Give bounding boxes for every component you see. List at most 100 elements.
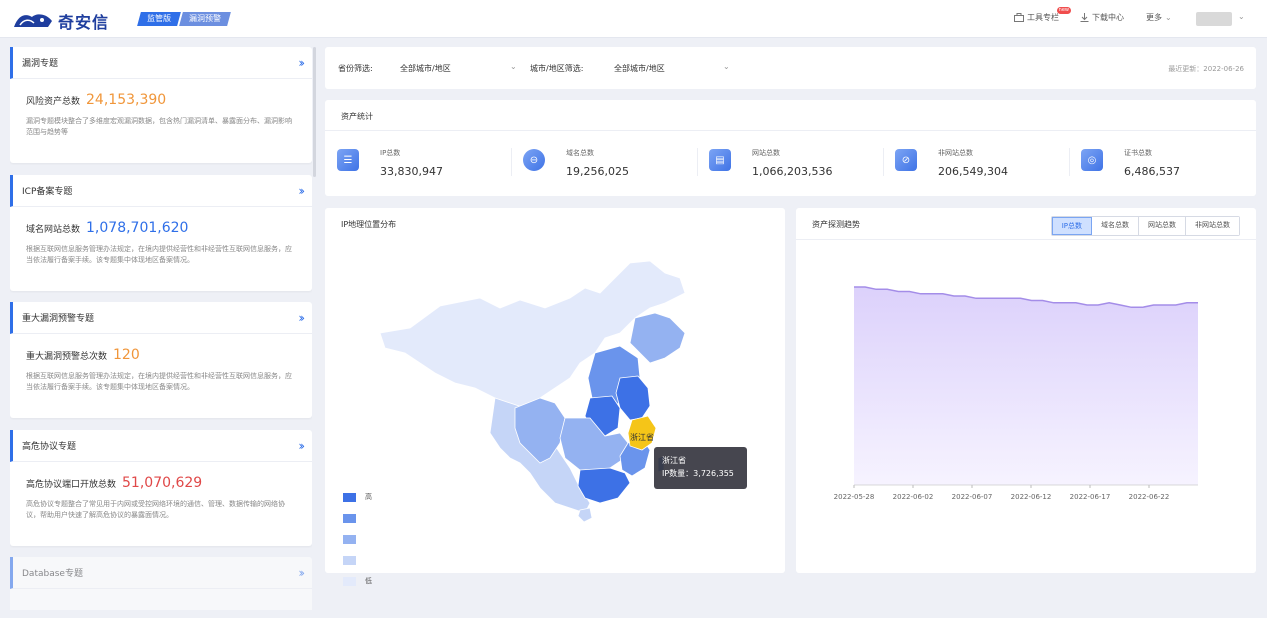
china-map[interactable]: 浙江省 (380, 258, 730, 533)
map-region-hainan[interactable] (577, 507, 593, 523)
map-tooltip: 浙江省 IP数量：3,726,355 (654, 447, 747, 489)
topic-card-vulnerability[interactable]: 漏洞专题 ›› 风险资产总数 24,153,390 漏洞专题模块整合了多维度宏观… (10, 47, 312, 163)
card-description: 高危协议专题整合了常见用于内网或受控网络环境的通信、管理、数据传输的网络协议，帮… (26, 500, 285, 519)
card-header: 重大漏洞预警专题 ›› (10, 302, 312, 334)
tab-non-website-total[interactable]: 非网站总数 (1186, 217, 1239, 235)
globe-icon: ⊖ (523, 149, 545, 171)
chevron-down-icon[interactable]: ⌄ (1238, 12, 1245, 21)
stat-label: 域名总数 (566, 149, 594, 157)
stat-label: 网站总数 (752, 149, 780, 157)
topic-card-high-risk-protocol[interactable]: 高危协议专题 ›› 高危协议端口开放总数 51,070,629 高危协议专题整合… (10, 430, 312, 546)
map-highlight-label: 浙江省 (630, 432, 654, 442)
x-axis-tick-label: 2022-06-22 (1129, 493, 1170, 501)
edition-tab-vuln-warning[interactable]: 漏洞预警 (179, 12, 231, 26)
topic-card-database[interactable]: Database专题 ›› (10, 557, 312, 610)
metric-label: 域名网站总数 (26, 225, 81, 235)
card-title: 重大漏洞预警专题 (22, 314, 95, 324)
divider (325, 130, 1256, 131)
double-chevron-right-icon[interactable]: ›› (298, 184, 304, 198)
filter-bar: 省份筛选: 全部城市/地区 ⌄ 城市/地区筛选: 全部城市/地区 ⌄ 最近更新：… (325, 47, 1256, 89)
stat-value: 1,066,203,536 (752, 165, 833, 178)
ip-geo-panel: IP地理位置分布 浙江省 高 低 (325, 208, 785, 586)
legend-row (343, 511, 372, 525)
topic-card-major-vuln-warning[interactable]: 重大漏洞预警专题 ›› 重大漏洞预警总次数 120 根据互联网信息服务管理办法规… (10, 302, 312, 418)
more-menu[interactable]: 更多 ⌄ (1146, 12, 1172, 23)
left-scrollbar[interactable] (313, 47, 316, 177)
tab-domain-total[interactable]: 域名总数 (1092, 217, 1139, 235)
city-select[interactable]: 全部城市/地区 (614, 63, 665, 74)
legend-swatch[interactable] (343, 576, 356, 586)
brand-logo[interactable]: 奇安信 (12, 9, 109, 33)
province-select[interactable]: 全部城市/地区 (400, 63, 451, 74)
card-header: ICP备案专题 ›› (10, 175, 312, 207)
double-chevron-right-icon[interactable]: ›› (298, 439, 304, 453)
legend-row (343, 553, 372, 567)
toolbox-icon (1014, 13, 1024, 22)
double-chevron-right-icon[interactable]: ›› (298, 311, 304, 325)
stat-ip-total[interactable]: ☰ IP总数 33,830,947 (325, 146, 495, 182)
certificate-icon: ◎ (1081, 149, 1103, 171)
top-header: 奇安信 监管版 漏洞预警 工具专栏 new 下载中心 更多 ⌄ ⌄ (0, 0, 1267, 38)
stat-label: 证书总数 (1124, 149, 1152, 157)
stat-certificate-total[interactable]: ◎ 证书总数 6,486,537 (1069, 146, 1239, 182)
stat-value: 19,256,025 (566, 165, 629, 178)
chevron-down-icon[interactable]: ⌄ (510, 62, 517, 71)
metric-value: 24,153,390 (86, 92, 167, 108)
stat-value: 6,486,537 (1124, 165, 1180, 178)
trend-area (854, 287, 1198, 485)
server-icon: ☰ (337, 149, 359, 171)
x-axis-tick-label: 2022-06-17 (1070, 493, 1111, 501)
edition-tab-label: 漏洞预警 (189, 14, 221, 23)
city-filter-label: 城市/地区筛选: (530, 64, 584, 73)
card-title: Database专题 (22, 569, 83, 579)
edition-tab-supervision[interactable]: 监管版 (137, 12, 181, 26)
logo-text: 奇安信 (58, 13, 110, 32)
map-region-northeast[interactable] (629, 312, 686, 364)
province-filter-label: 省份筛选: (338, 64, 373, 73)
legend-row: 高 (343, 490, 372, 504)
logo-mark-icon (14, 14, 52, 27)
map-region-jiangsu[interactable] (615, 375, 651, 421)
metric-value: 120 (113, 347, 140, 363)
x-axis-tick-label: 2022-06-02 (893, 493, 934, 501)
map-region-guangdong[interactable] (577, 467, 631, 504)
metric-label: 高危协议端口开放总数 (26, 480, 117, 490)
metric-value: 51,070,629 (122, 475, 203, 491)
double-chevron-right-icon[interactable]: ›› (298, 566, 304, 580)
stat-domain-total[interactable]: ⊖ 域名总数 19,256,025 (511, 146, 681, 182)
metric-label: 风险资产总数 (26, 97, 81, 107)
panel-title: 资产统计 (341, 112, 373, 121)
tab-ip-total[interactable]: IP总数 (1051, 217, 1092, 235)
card-metric: 高危协议端口开放总数 51,070,629 (26, 475, 312, 491)
x-axis-tick-label: 2022-06-07 (952, 493, 993, 501)
asset-trend-panel: 资产探测趋势 IP总数 域名总数 网站总数 非网站总数 2022-05-28 20… (796, 208, 1256, 573)
card-metric: 风险资产总数 24,153,390 (26, 92, 312, 108)
stat-label: IP总数 (380, 149, 401, 157)
card-description: 漏洞专题模块整合了多维度宏观漏洞数据，包含热门漏洞清单、暴露面分布、漏洞影响范围… (26, 117, 292, 136)
toolbar-label: 工具专栏 (1027, 13, 1059, 22)
legend-swatch[interactable] (343, 513, 356, 523)
user-avatar[interactable] (1196, 12, 1232, 26)
stat-non-website-total[interactable]: ⊘ 非网站总数 206,549,304 (883, 146, 1053, 182)
legend-high-label: 高 (365, 493, 372, 501)
legend-swatch[interactable] (343, 555, 356, 565)
topic-card-icp[interactable]: ICP备案专题 ›› 域名网站总数 1,078,701,620 根据互联网信息服… (10, 175, 312, 291)
card-header: 高危协议专题 ›› (10, 430, 312, 462)
stat-website-total[interactable]: ▤ 网站总数 1,066,203,536 (697, 146, 867, 182)
card-metric: 域名网站总数 1,078,701,620 (26, 220, 312, 236)
more-label: 更多 (1146, 13, 1162, 22)
double-chevron-right-icon[interactable]: ›› (298, 56, 304, 70)
toolbar-menu[interactable]: 工具专栏 new (1014, 7, 1071, 23)
card-title: ICP备案专题 (22, 187, 73, 197)
new-badge: new (1056, 7, 1071, 14)
website-icon: ▤ (709, 149, 731, 171)
legend-swatch[interactable] (343, 492, 356, 502)
trend-chart[interactable]: 2022-05-28 2022-06-02 2022-06-07 2022-06-12… (796, 240, 1256, 540)
last-update-text: 最近更新：2022-06-26 (1168, 65, 1244, 73)
tab-website-total[interactable]: 网站总数 (1139, 217, 1186, 235)
chevron-down-icon[interactable]: ⌄ (723, 62, 730, 71)
legend-swatch[interactable] (343, 534, 356, 544)
download-center-link[interactable]: 下载中心 (1080, 12, 1124, 23)
non-website-icon: ⊘ (895, 149, 917, 171)
panel-title: 资产探测趋势 (812, 220, 860, 229)
